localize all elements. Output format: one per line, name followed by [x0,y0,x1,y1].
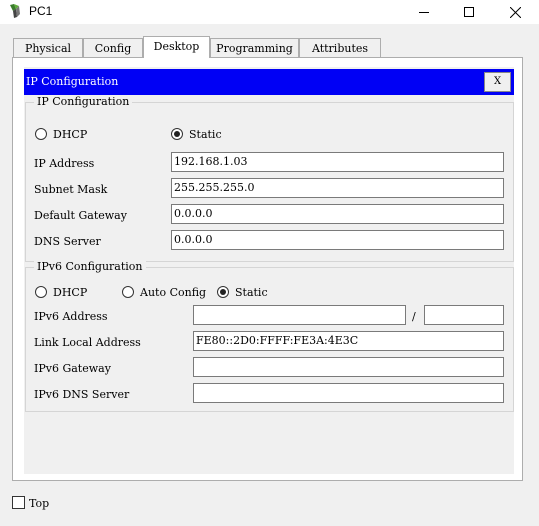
ipv6-gateway-field[interactable] [193,357,504,377]
ipv6-group: IPv6 Configuration DHCP Auto Config Stat… [25,260,514,412]
link-local-address-label: Link Local Address [34,336,141,349]
dns-server-label: DNS Server [34,235,101,248]
ip-address-label: IP Address [34,157,95,170]
ipv6-address-label: IPv6 Address [34,310,108,323]
tab-strip: Physical Config Desktop Programming Attr… [0,36,539,58]
ipv6-gateway-label: IPv6 Gateway [34,362,111,375]
tab-physical[interactable]: Physical [13,38,83,57]
default-gateway-label: Default Gateway [34,209,127,222]
ipv6-dhcp-label: DHCP [53,286,88,299]
ipv4-group: IP Configuration DHCP Static IP Address … [25,95,514,262]
ipv6-dns-server-field[interactable] [193,383,504,403]
desktop-panel: IP Configuration X IP Configuration DHCP… [12,57,523,481]
ip-config-window: IP Configuration X IP Configuration DHCP… [24,67,514,474]
tab-attributes[interactable]: Attributes [299,38,381,57]
top-checkbox[interactable] [12,496,25,509]
ip-config-title: IP Configuration [26,75,119,88]
ipv4-legend: IP Configuration [34,95,133,109]
ipv4-dhcp-radio[interactable] [35,128,47,140]
title-bar: PC1 [0,0,539,24]
ipv6-address-field[interactable] [193,305,406,325]
dns-server-field[interactable]: 0.0.0.0 [171,230,504,250]
ipv6-static-label: Static [235,286,268,299]
ipv6-auto-config-label: Auto Config [140,286,207,299]
ipv6-static-radio[interactable] [217,286,229,298]
tab-programming[interactable]: Programming [210,38,299,57]
close-window-button[interactable] [492,0,538,24]
ip-address-field[interactable]: 192.168.1.03 [171,152,504,172]
subnet-mask-label: Subnet Mask [34,183,108,196]
subnet-mask-field[interactable]: 255.255.255.0 [171,178,504,198]
close-icon [509,6,521,18]
maximize-icon [464,7,474,17]
minimize-icon [419,12,429,13]
ipv6-auto-config-radio[interactable] [122,286,134,298]
ipv4-static-label: Static [189,128,222,141]
maximize-button[interactable] [446,0,492,24]
top-label: Top [29,497,50,510]
ipv6-dhcp-radio[interactable] [35,286,47,298]
minimize-button[interactable] [401,0,447,24]
tab-desktop[interactable]: Desktop [143,36,210,58]
tab-config[interactable]: Config [83,38,143,57]
ipv6-dns-server-label: IPv6 DNS Server [34,388,130,401]
ipv4-dhcp-label: DHCP [53,128,88,141]
prefix-separator: / [412,310,416,323]
link-local-address-field[interactable]: FE80::2D0:FFFF:FE3A:4E3C [193,331,504,351]
window-title: PC1 [29,4,53,18]
ipv6-prefix-field[interactable] [424,305,504,325]
default-gateway-field[interactable]: 0.0.0.0 [171,204,504,224]
ip-config-close-button[interactable]: X [484,72,511,92]
ip-config-header: IP Configuration X [24,69,514,95]
ipv6-legend: IPv6 Configuration [34,260,146,274]
ipv4-static-radio[interactable] [171,128,183,140]
pc-icon [8,3,24,19]
